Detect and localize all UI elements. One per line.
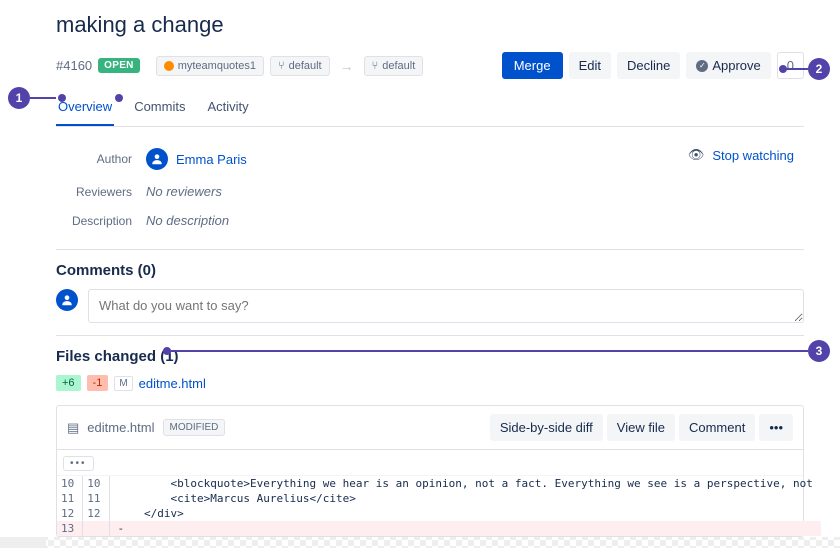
- meta-row: #4160 OPEN myteamquotes1 ⑂ default → ⑂ d…: [56, 52, 804, 79]
- line-number-new: 11: [83, 491, 109, 506]
- my-avatar: [56, 289, 78, 311]
- stop-watching-link[interactable]: 👁 Stop watching: [688, 147, 794, 163]
- diff-line[interactable]: 1111 <cite>Marcus Aurelius</cite>: [57, 491, 821, 506]
- file-link[interactable]: editme.html: [139, 376, 206, 391]
- divider: [56, 249, 804, 250]
- description-label: Description: [56, 214, 146, 228]
- file-name: editme.html: [87, 420, 154, 435]
- modified-badge: M: [114, 376, 132, 391]
- comment-input[interactable]: [88, 289, 804, 323]
- line-number-new: [83, 521, 109, 536]
- dest-branch[interactable]: ⑂ default: [364, 56, 424, 76]
- line-number-old: 12: [57, 506, 83, 521]
- comments-title: Comments (0): [56, 262, 804, 279]
- merge-button[interactable]: Merge: [502, 52, 563, 79]
- arrow-icon: →: [340, 58, 354, 74]
- more-button[interactable]: •••: [759, 414, 793, 441]
- line-number-old: 11: [57, 491, 83, 506]
- author-label: Author: [56, 152, 146, 166]
- description-value: No description: [146, 213, 229, 228]
- diff-line[interactable]: 1212 </div>: [57, 506, 821, 521]
- check-icon: ✓: [696, 60, 708, 72]
- file-icon: ▤: [67, 420, 79, 436]
- diff-line[interactable]: 13 -: [57, 521, 821, 536]
- repo-icon: [164, 61, 174, 71]
- source-branch-chip[interactable]: myteamquotes1: [156, 56, 264, 76]
- ellipsis-icon: •••: [63, 456, 94, 471]
- view-file-button[interactable]: View file: [607, 414, 675, 441]
- expand-hunk[interactable]: •••: [57, 450, 803, 476]
- comment-button[interactable]: Comment: [679, 414, 755, 441]
- tabs: Overview Commits Activity: [56, 93, 804, 127]
- stop-watching-label: Stop watching: [712, 148, 794, 163]
- branch-icon: ⑂: [372, 60, 379, 72]
- added-badge: +6: [56, 375, 81, 391]
- line-number-old: 13: [57, 521, 83, 536]
- approve-button[interactable]: ✓ Approve: [686, 52, 770, 79]
- reviewers-value: No reviewers: [146, 184, 222, 199]
- diff-summary: +6 -1 M editme.html: [56, 375, 804, 391]
- author-avatar[interactable]: [146, 148, 168, 170]
- diff-table: 1010 <blockquote>Everything we hear is a…: [57, 476, 821, 536]
- code-content: </div>: [109, 506, 821, 521]
- code-content: -: [109, 521, 821, 536]
- source-branch[interactable]: ⑂ default: [270, 56, 330, 76]
- line-number-new: 10: [83, 476, 109, 491]
- callout-3: 3: [808, 340, 830, 362]
- decline-button[interactable]: Decline: [617, 52, 680, 79]
- line-number-old: 10: [57, 476, 83, 491]
- branch-icon: ⑂: [278, 60, 285, 72]
- page-title: making a change: [56, 12, 804, 38]
- file-status-badge: MODIFIED: [163, 419, 226, 436]
- divider: [56, 335, 804, 336]
- side-by-side-button[interactable]: Side-by-side diff: [490, 414, 603, 441]
- callout-1: 1: [8, 87, 30, 109]
- tab-commits[interactable]: Commits: [132, 93, 187, 126]
- state-badge: OPEN: [98, 58, 140, 73]
- tab-activity[interactable]: Activity: [205, 93, 250, 126]
- approve-label: Approve: [712, 58, 760, 73]
- line-number-new: 12: [83, 506, 109, 521]
- code-content: <cite>Marcus Aurelius</cite>: [109, 491, 821, 506]
- source-repo: myteamquotes1: [178, 60, 256, 72]
- pr-id: #4160: [56, 58, 92, 73]
- callout-2: 2: [808, 58, 830, 80]
- file-panel: ▤ editme.html MODIFIED Side-by-side diff…: [56, 405, 804, 537]
- diff-line[interactable]: 1010 <blockquote>Everything we hear is a…: [57, 476, 821, 491]
- code-content: <blockquote>Everything we hear is an opi…: [109, 476, 821, 491]
- eye-icon: 👁: [688, 147, 705, 163]
- dest-branch-name: default: [382, 60, 415, 72]
- source-branch-name: default: [289, 60, 322, 72]
- reviewers-label: Reviewers: [56, 185, 146, 199]
- edit-button[interactable]: Edit: [569, 52, 611, 79]
- author-link[interactable]: Emma Paris: [176, 152, 247, 167]
- file-header: ▤ editme.html MODIFIED Side-by-side diff…: [57, 406, 803, 450]
- info-grid: 👁 Stop watching Author Emma Paris Review…: [56, 141, 804, 235]
- removed-badge: -1: [87, 375, 109, 391]
